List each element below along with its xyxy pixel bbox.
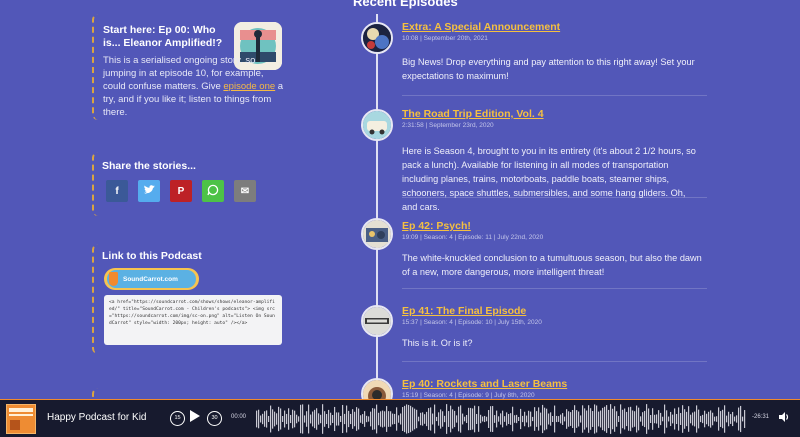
soundcarrot-badge[interactable]: SoundCarrot.com xyxy=(104,268,199,290)
episode-thumbnail[interactable] xyxy=(361,22,393,54)
embed-code-box[interactable]: <a href="https://soundcarrot.com/shows/s… xyxy=(104,295,282,345)
episode-item: Ep 42: Psych! 19:09 | Season: 4 | Episod… xyxy=(402,220,702,279)
timeline-line xyxy=(376,14,378,404)
episode-meta: 19:09 | Season: 4 | Episode: 11 | July 2… xyxy=(402,234,544,241)
twitter-share-button[interactable] xyxy=(138,180,160,202)
start-here-widget: Start here: Ep 00: Who is... Eleanor Amp… xyxy=(92,14,292,120)
forward-30-button[interactable]: 30 xyxy=(207,411,222,426)
email-share-button[interactable]: ✉ xyxy=(234,180,256,202)
episode-thumbnail[interactable] xyxy=(361,109,393,141)
start-here-title: Start here: Ep 00: Who is... Eleanor Amp… xyxy=(103,24,223,49)
play-icon xyxy=(190,410,200,422)
play-button[interactable] xyxy=(189,409,201,428)
player-title: Happy Podcast for Kid xyxy=(47,412,147,423)
waveform-scrubber[interactable] xyxy=(256,402,746,436)
episode-thumbnail[interactable] xyxy=(361,305,393,337)
share-title: Share the stories... xyxy=(102,160,196,172)
episode-thumbnail[interactable] xyxy=(361,218,393,250)
episode-description: The white-knuckled conclusion to a tumul… xyxy=(402,253,702,277)
episode-divider xyxy=(402,361,707,362)
episode-item: The Road Trip Edition, Vol. 4 2:31:58 | … xyxy=(402,108,702,214)
carrot-icon xyxy=(109,272,118,286)
speaker-icon xyxy=(779,412,789,422)
whatsapp-share-button[interactable] xyxy=(202,180,224,202)
episode-description: Here is Season 4, brought to you in its … xyxy=(402,146,696,212)
episode-meta: 2:31:58 | September 23rd, 2020 xyxy=(402,122,494,129)
rewind-15-button[interactable]: 15 xyxy=(170,411,185,426)
pinterest-icon: P xyxy=(177,185,185,197)
link-podcast-widget: Link to this Podcast SoundCarrot.com <a … xyxy=(92,244,292,354)
pinterest-share-button[interactable]: P xyxy=(170,180,192,202)
link-podcast-title: Link to this Podcast xyxy=(102,250,202,262)
forward-icon: 30 xyxy=(211,415,218,421)
duration: -26:31 xyxy=(752,414,770,420)
episode-item: Ep 40: Rockets and Laser Beams 15:19 | S… xyxy=(402,378,702,400)
share-buttons: f P ✉ xyxy=(106,180,256,202)
episode-item: Ep 41: The Final Episode 15:37 | Season:… xyxy=(402,305,702,350)
audio-player: Happy Podcast for Kid 15 30 00:00 -26:31 xyxy=(0,399,800,437)
episode-divider xyxy=(402,95,707,96)
episode-meta: 15:37 | Season: 4 | Episode: 10 | July 1… xyxy=(402,319,542,326)
episode-item: Extra: A Special Announcement 10:08 | Se… xyxy=(402,21,702,83)
player-thumbnail xyxy=(6,404,36,434)
episode-title-link[interactable]: Ep 41: The Final Episode xyxy=(402,305,702,318)
rewind-icon: 15 xyxy=(174,415,181,421)
episode-title-link[interactable]: Extra: A Special Announcement xyxy=(402,21,702,34)
share-widget: Share the stories... f P ✉ xyxy=(92,152,292,216)
volume-button[interactable] xyxy=(778,411,790,428)
facebook-share-button[interactable]: f xyxy=(106,180,128,202)
email-icon: ✉ xyxy=(240,185,250,197)
episode-title-link[interactable]: Ep 42: Psych! xyxy=(402,220,702,233)
episode-meta: 10:08 | September 20th, 2021 xyxy=(402,35,488,42)
whatsapp-icon xyxy=(207,184,219,199)
episode-one-link[interactable]: episode one xyxy=(223,81,275,92)
episode-divider xyxy=(402,288,707,289)
episode-description: This is it. Or is it? xyxy=(402,338,473,348)
episode-divider xyxy=(402,197,707,198)
page-title: Recent Episodes xyxy=(353,0,458,9)
soundcarrot-badge-label: SoundCarrot.com xyxy=(107,270,196,288)
twitter-icon xyxy=(143,185,155,197)
facebook-icon: f xyxy=(115,185,119,197)
episode-title-link[interactable]: The Road Trip Edition, Vol. 4 xyxy=(402,108,702,121)
start-here-body: This is a serialised ongoing story, so j… xyxy=(103,54,288,119)
current-time: 00:00 xyxy=(231,414,247,420)
episode-description: Big News! Drop everything and pay attent… xyxy=(402,57,695,81)
episode-title-link[interactable]: Ep 40: Rockets and Laser Beams xyxy=(402,378,702,391)
